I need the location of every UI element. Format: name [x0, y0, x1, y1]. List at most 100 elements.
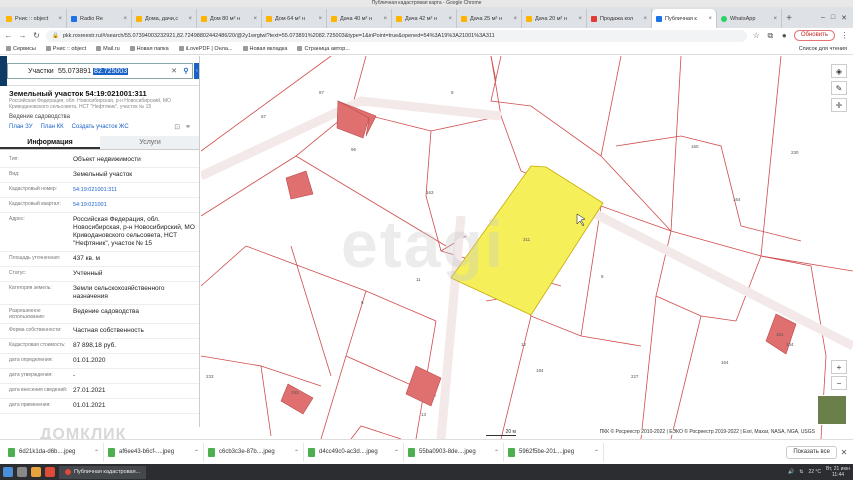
avatar[interactable]: ●: [780, 31, 789, 40]
chevron-up-icon[interactable]: ⌃: [294, 449, 299, 456]
map-view[interactable]: 87 67 96 9 163 311 11 160 230 8 164 6 12 181 164 233 13 1…: [201, 56, 853, 439]
close-icon[interactable]: ✕: [839, 448, 849, 457]
panel-handle[interactable]: [0, 56, 7, 86]
close-tab-icon[interactable]: ×: [513, 16, 517, 22]
search-row: Участки ⌄ 55.073891 82.725003 ✕ ⚲ ‹: [0, 56, 199, 86]
chevron-down-icon[interactable]: ⌄: [48, 68, 58, 75]
bookmark-3[interactable]: Новая папка: [129, 46, 169, 52]
chevron-up-icon[interactable]: ⌃: [594, 449, 599, 456]
start-menu-icon[interactable]: [3, 467, 13, 477]
close-window-icon[interactable]: ✕: [841, 14, 847, 22]
basemap-thumbnail[interactable]: [817, 395, 847, 425]
extensions-icon[interactable]: ⧉: [766, 31, 775, 40]
close-tab-icon[interactable]: ×: [58, 16, 62, 22]
star-icon[interactable]: ☆: [752, 31, 761, 40]
property-row: Кадастровая стоимость: 87 898,18 руб.: [0, 339, 199, 354]
tab-2[interactable]: Дома, дачи,с ×: [132, 9, 197, 28]
zoom-to-icon[interactable]: ⊡: [174, 123, 180, 131]
close-tab-icon[interactable]: ×: [578, 16, 582, 22]
maximize-icon[interactable]: □: [831, 14, 835, 22]
close-tab-icon[interactable]: ×: [448, 16, 452, 22]
show-all-button[interactable]: Показать все: [786, 445, 837, 459]
forward-icon[interactable]: →: [18, 31, 27, 40]
tab-info[interactable]: Информация: [0, 136, 100, 149]
network-icon[interactable]: ⇅: [799, 469, 803, 475]
files-icon[interactable]: [17, 467, 27, 477]
tab-1[interactable]: Radio Re ×: [67, 9, 132, 28]
close-tab-icon[interactable]: ×: [318, 16, 322, 22]
download-item[interactable]: 5962f5be-201....jpeg ⌃: [504, 442, 604, 462]
cadastral-map[interactable]: 8767969163311111602308164612181164233131…: [201, 56, 853, 439]
bookmark-0[interactable]: Сервисы: [6, 46, 36, 52]
close-tab-icon[interactable]: ×: [188, 16, 192, 22]
volume-icon[interactable]: 🔊: [788, 469, 794, 475]
tab-8[interactable]: Дача 20 м² н ×: [522, 9, 587, 28]
tab-6[interactable]: Дача 42 м² н ×: [392, 9, 457, 28]
chevron-up-icon[interactable]: ⌃: [94, 449, 99, 456]
object-link-2[interactable]: Создать участок ЖС: [72, 124, 129, 130]
close-icon[interactable]: ✕: [168, 67, 180, 75]
share-icon[interactable]: ⚭: [185, 123, 191, 131]
chevron-up-icon[interactable]: ⌃: [194, 449, 199, 456]
object-link-0[interactable]: План ЗУ: [9, 124, 33, 130]
property-value: Российская Федерация, обл. Новосибирская…: [73, 216, 195, 247]
close-tab-icon[interactable]: ×: [123, 16, 127, 22]
reload-icon[interactable]: ↻: [32, 31, 41, 40]
address-bar[interactable]: 🔒 pkk.rosreestr.ru/#/search/55.073940032…: [46, 29, 747, 42]
reading-list[interactable]: Список для чтения: [799, 46, 847, 52]
close-tab-icon[interactable]: ×: [708, 16, 712, 22]
bookmark-1[interactable]: Рнис :: object: [45, 46, 86, 52]
tab-11[interactable]: WhatsApp ×: [717, 9, 782, 28]
property-value: Земли сельскохозяйственного назначения: [73, 285, 165, 300]
tab-0[interactable]: Рнис :: object ×: [2, 9, 67, 28]
search-query-text: 55.073891: [58, 67, 94, 75]
terminal-icon[interactable]: [31, 467, 41, 477]
object-link-1[interactable]: План КК: [41, 124, 64, 130]
download-item[interactable]: c6cb3c3e-87b....jpeg ⌃: [204, 442, 304, 462]
close-tab-icon[interactable]: ×: [383, 16, 387, 22]
tab-9[interactable]: Продажа кол ×: [587, 9, 652, 28]
tab-4[interactable]: Дом 64 м² н ×: [262, 9, 327, 28]
bookmark-4[interactable]: iLovePDF | Онла...: [178, 46, 233, 52]
taskbar-window[interactable]: Публичная кадастровая...: [59, 465, 147, 479]
back-icon[interactable]: ←: [4, 31, 13, 40]
tab-7[interactable]: Дача 25 м² н ×: [457, 9, 522, 28]
chevron-up-icon[interactable]: ⌃: [394, 449, 399, 456]
clock[interactable]: Вт, 21 июн 11:44: [826, 466, 850, 478]
property-value[interactable]: 54:19:021001: [73, 201, 199, 209]
search-box[interactable]: Участки ⌄ 55.073891 82.725003 ✕ ⚲: [7, 63, 193, 79]
minimize-icon[interactable]: –: [821, 14, 825, 22]
ruler-icon[interactable]: ✎: [831, 81, 847, 95]
layers-icon[interactable]: ◈: [831, 64, 847, 78]
chevron-up-icon[interactable]: ⌃: [494, 449, 499, 456]
close-tab-icon[interactable]: ×: [773, 16, 777, 22]
bookmarks-bar: Сервисы Рнис :: object Mail.ru Новая папка i…: [0, 43, 853, 55]
collapse-panel-button[interactable]: ‹: [194, 63, 199, 79]
download-item[interactable]: 6d21k1da-d6b....jpeg ⌃: [4, 442, 104, 462]
close-tab-icon[interactable]: ×: [253, 16, 257, 22]
search-type[interactable]: Участки: [8, 68, 54, 75]
download-item[interactable]: 55ba0903-8de....jpeg ⌃: [404, 442, 504, 462]
update-button[interactable]: Обновить: [793, 30, 835, 41]
bookmark-6[interactable]: Страница автор...: [297, 46, 350, 52]
search-input[interactable]: 55.073891 82.725003: [58, 67, 168, 75]
tab-10[interactable]: Публичная к ×: [652, 9, 717, 28]
zoom-out-button[interactable]: −: [831, 376, 847, 390]
property-label: Адрес:: [9, 216, 25, 222]
crosshair-icon[interactable]: ✛: [831, 98, 847, 112]
tab-favicon-icon: [526, 15, 532, 22]
zoom-in-button[interactable]: +: [831, 360, 847, 374]
chrome-icon[interactable]: [45, 467, 55, 477]
tab-3[interactable]: Дом 80 м² н ×: [197, 9, 262, 28]
search-icon[interactable]: ⚲: [180, 67, 192, 75]
download-item[interactable]: af6ee43-b6cf-....jpeg ⌃: [104, 442, 204, 462]
tab-services[interactable]: Услуги: [100, 136, 199, 149]
tab-5[interactable]: Дача 40 м² н ×: [327, 9, 392, 28]
new-tab-button[interactable]: +: [782, 9, 796, 28]
property-value[interactable]: 54:19:021001:311: [73, 186, 199, 194]
close-tab-icon[interactable]: ×: [643, 16, 647, 22]
download-item[interactable]: d4cc49c0-ac3d....jpeg ⌃: [304, 442, 404, 462]
menu-icon[interactable]: ⋮: [840, 31, 849, 40]
bookmark-2[interactable]: Mail.ru: [96, 46, 120, 52]
bookmark-5[interactable]: Новая вкладка: [242, 46, 287, 52]
